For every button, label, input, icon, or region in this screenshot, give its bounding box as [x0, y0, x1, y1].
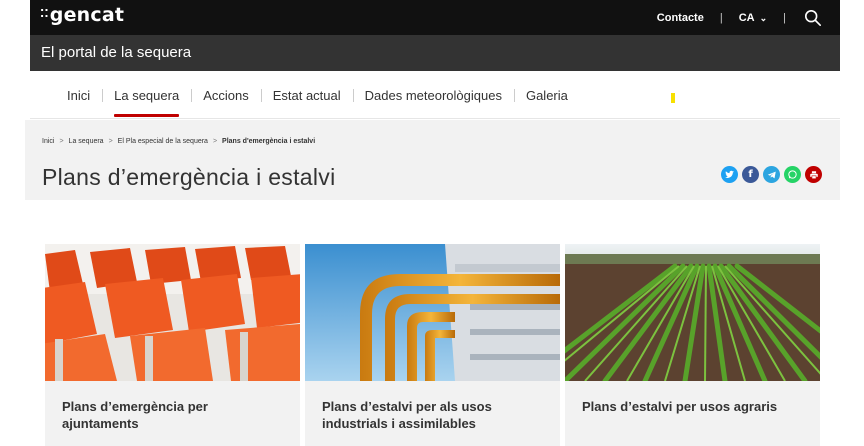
breadcrumb-item[interactable]: La sequera	[69, 138, 104, 145]
nav-item-galeria[interactable]: Galeria	[513, 71, 580, 119]
industrial-pipes-image	[305, 244, 560, 381]
nav-item-label: Dades meteorològiques	[364, 87, 502, 103]
top-bar: ⁚⁚gencat Contacte | CA ⌄ |	[30, 0, 840, 35]
nav-item-estat-actual[interactable]: Estat actual	[260, 71, 353, 119]
card-title: Plans d’estalvi per als usos industrials…	[322, 399, 492, 431]
logo-text: gencat	[49, 4, 125, 26]
breadcrumb-item[interactable]: El Pla especial de la sequera	[118, 138, 208, 145]
nav-item-label: Inici	[67, 87, 91, 103]
twitter-icon[interactable]	[721, 166, 738, 183]
portal-title[interactable]: El portal de la sequera	[41, 44, 191, 61]
top-nav: Contacte | CA ⌄ |	[657, 0, 822, 35]
breadcrumb-item[interactable]: Inici	[42, 138, 54, 145]
breadcrumb-separator: >	[212, 138, 218, 145]
card-title: Plans d’emergència per ajuntaments	[62, 399, 208, 431]
breadcrumb-current: Plans d'emergència i estalvi	[222, 138, 316, 145]
nav-item-label: La sequera	[114, 87, 180, 103]
breadcrumb-separator: >	[108, 138, 113, 145]
card-emergency-municipalities[interactable]: Plans d’emergència per ajuntaments	[45, 244, 300, 446]
card-title: Plans d’estalvi per usos agraris	[582, 399, 778, 414]
card-industrial-uses[interactable]: Plans d’estalvi per als usos industrials…	[305, 244, 560, 446]
page-header: Inici > La sequera > El Pla especial de …	[25, 120, 840, 200]
language-selector[interactable]: CA ⌄	[739, 12, 767, 24]
language-label: CA	[738, 11, 755, 24]
telegram-icon[interactable]	[763, 166, 780, 183]
page: ⁚⁚gencat Contacte | CA ⌄ | El portal de l…	[0, 0, 864, 446]
cursor-marker	[671, 93, 675, 103]
contact-link[interactable]: Contacte	[657, 12, 704, 24]
print-icon[interactable]	[805, 166, 822, 183]
orange-chairs-image	[45, 244, 300, 381]
nav-item-label: Galeria	[525, 87, 568, 103]
separator: |	[719, 11, 723, 24]
nav-item-label: Accions	[203, 87, 249, 103]
nav-item-label: Estat actual	[272, 87, 341, 103]
chevron-down-icon: ⌄	[759, 12, 768, 23]
nav-item-accions[interactable]: Accions	[191, 71, 261, 119]
facebook-icon[interactable]: f	[742, 166, 759, 183]
share-buttons: f	[721, 166, 822, 183]
portal-bar: El portal de la sequera	[30, 35, 840, 71]
page-title: Plans d’emergència i estalvi	[42, 164, 336, 190]
nav-item-la-sequera[interactable]: La sequera	[102, 71, 191, 119]
nav-item-inici[interactable]: Inici	[55, 71, 102, 119]
nav-item-dades-meteorologiques[interactable]: Dades meteorològiques	[352, 71, 514, 119]
logo-dots: ⁚⁚	[40, 7, 49, 20]
main-nav: Inici La sequera Accions Estat actual Da…	[30, 71, 840, 119]
whatsapp-icon[interactable]	[784, 166, 801, 183]
crop-field-image	[565, 244, 820, 381]
breadcrumb: Inici > La sequera > El Pla especial de …	[42, 138, 315, 145]
gencat-logo[interactable]: ⁚⁚gencat	[40, 4, 124, 26]
separator: |	[783, 11, 786, 24]
search-icon[interactable]	[804, 9, 822, 27]
breadcrumb-separator: >	[59, 138, 64, 145]
card-agricultural-uses[interactable]: Plans d’estalvi per usos agraris	[565, 244, 820, 446]
card-grid: Plans d’emergència per ajuntaments Plans…	[45, 244, 820, 446]
